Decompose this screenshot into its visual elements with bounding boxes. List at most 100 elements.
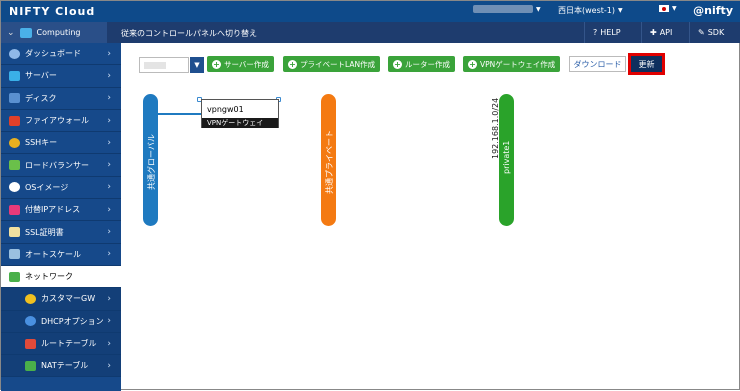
load-balancer-icon (9, 160, 20, 171)
vpn-gateway-name: vpngw01 (207, 104, 244, 114)
create-private-lan-button[interactable]: + プライベートLAN作成 (283, 56, 381, 72)
button-label: サーバー作成 (224, 59, 269, 69)
sidebar-item-route-table[interactable]: ルートテーブル › (1, 332, 121, 356)
refresh-button[interactable]: 更新 (631, 56, 662, 72)
sidebar-item-label: ルートテーブル (41, 339, 97, 348)
chevron-right-icon: › (107, 93, 111, 104)
sidebar-item-label: ロードバランサー (25, 160, 89, 170)
certificate-icon (9, 227, 20, 238)
network-common-global[interactable]: 共通グローバル (143, 94, 158, 226)
user-menu[interactable]: ▼ (473, 5, 541, 13)
help-button[interactable]: ? HELP (584, 22, 629, 43)
chevron-right-icon: › (107, 204, 111, 215)
sdk-label: SDK (707, 28, 725, 37)
api-button[interactable]: ✚ API (641, 22, 680, 43)
sidebar-item-server[interactable]: サーバー › (1, 65, 121, 88)
sidebar-item-dashboard[interactable]: ダッシュボード › (1, 43, 121, 66)
button-label: VPNゲートウェイ作成 (480, 59, 556, 69)
computing-icon (19, 27, 32, 38)
disk-icon (9, 93, 20, 104)
help-label: HELP (600, 28, 621, 37)
network-private1[interactable]: private1 (499, 94, 514, 226)
chevron-right-icon: › (107, 182, 111, 193)
firewall-icon (9, 115, 20, 126)
sdk-button[interactable]: ✎ SDK (689, 22, 732, 43)
sidebar-item-firewall[interactable]: ファイアウォール › (1, 110, 121, 133)
service-switcher[interactable]: ⌄ Computing (1, 22, 107, 43)
sidebar-item-customer-gw[interactable]: カスタマーGW › (1, 288, 121, 311)
plus-icon: + (393, 59, 402, 69)
chevron-down-icon: ⌄ (7, 27, 15, 38)
chevron-right-icon: › (107, 249, 111, 260)
sidebar-item-label: ネットワーク (25, 272, 73, 282)
chevron-down-icon: ▼ (618, 7, 623, 14)
japan-flag-icon (659, 5, 669, 12)
switch-legacy-panel-link[interactable]: 従来のコントロールパネルへ切り替え (121, 28, 257, 39)
sidebar-item-label: オートスケール (25, 249, 81, 259)
user-name-redacted (473, 5, 533, 13)
button-label: プライベートLAN作成 (300, 59, 376, 69)
dashboard-icon (9, 48, 20, 59)
chevron-right-icon: › (107, 137, 111, 148)
vpn-gateway-node[interactable]: vpngw01 VPNゲートウェイ (201, 99, 279, 128)
chevron-right-icon: › (107, 115, 111, 126)
sidebar-item-ssl[interactable]: SSL証明書 › (1, 221, 121, 244)
network-common-private[interactable]: 共通プライベート (321, 94, 336, 226)
api-label: API (659, 28, 673, 37)
sidebar-item-network[interactable]: ネットワーク (1, 265, 121, 289)
autoscale-icon (9, 249, 20, 260)
sidebar-item-dhcp-option[interactable]: DHCPオプション › (1, 310, 121, 333)
zone-select[interactable] (139, 56, 189, 73)
connection-line (158, 113, 201, 115)
puzzle-icon: ✚ (650, 28, 657, 37)
create-vpn-gateway-button[interactable]: + VPNゲートウェイ作成 (463, 56, 561, 72)
sidebar-item-label: ダッシュボード (25, 49, 81, 59)
sidebar-item-nat-table[interactable]: NATテーブル › (1, 355, 121, 378)
sidebar-item-label: ディスク (25, 93, 57, 103)
dhcp-icon (25, 316, 36, 327)
os-image-icon (9, 182, 20, 193)
chevron-down-icon: ▼ (672, 5, 677, 12)
chevron-right-icon: › (107, 227, 111, 238)
wrench-icon: ✎ (698, 28, 705, 37)
sidebar-item-label: ファイアウォール (25, 116, 89, 126)
sidebar-item-autoscale[interactable]: オートスケール › (1, 244, 121, 266)
chevron-down-icon: ▼ (536, 5, 541, 13)
vpn-gateway-type: VPNゲートウェイ (202, 118, 278, 128)
sidebar-item-ssh-key[interactable]: SSHキー › (1, 132, 121, 155)
chevron-right-icon: › (107, 316, 111, 327)
region-selector[interactable]: 西日本(west-1) ▼ (558, 5, 623, 16)
select-value-redacted (144, 61, 166, 69)
create-server-button[interactable]: + サーバー作成 (207, 56, 274, 72)
network-cidr: 192.168.1.0/24 (491, 97, 500, 159)
sidebar-item-load-balancer[interactable]: ロードバランサー › (1, 154, 121, 177)
chevron-right-icon: › (107, 338, 111, 349)
chevron-down-icon[interactable]: ▼ (190, 56, 204, 73)
sidebar-item-os-image[interactable]: OSイメージ › (1, 177, 121, 200)
chevron-right-icon: › (107, 293, 111, 304)
download-button[interactable]: ダウンロード (569, 56, 626, 72)
brand-logo: @nifty (693, 4, 733, 17)
filter-select[interactable]: ▼ (139, 56, 204, 73)
app-logo: NIFTY Cloud (9, 5, 96, 18)
top-bar: NIFTY Cloud ▼ 西日本(west-1) ▼ ▼ @nifty (1, 1, 740, 22)
server-icon (9, 70, 20, 81)
key-icon (9, 137, 20, 148)
plus-icon: + (468, 59, 477, 69)
network-label: 共通グローバル (147, 134, 156, 190)
language-selector[interactable]: ▼ (659, 5, 677, 12)
region-label: 西日本(west-1) (558, 6, 615, 15)
chevron-right-icon: › (107, 70, 111, 81)
service-bar: ⌄ Computing 従来のコントロールパネルへ切り替え ? HELP ✚ A… (1, 22, 740, 43)
sidebar-item-ip-address[interactable]: 付替IPアドレス › (1, 199, 121, 222)
sidebar-item-label: SSL証明書 (25, 227, 64, 237)
plus-icon: + (288, 59, 297, 69)
customer-gw-icon (25, 293, 36, 304)
create-router-button[interactable]: + ルーター作成 (388, 56, 455, 72)
sidebar-item-label: 付替IPアドレス (25, 205, 81, 215)
plus-icon: + (212, 59, 221, 69)
network-label: private1 (502, 140, 511, 174)
sidebar-item-label: DHCPオプション (41, 316, 104, 326)
ip-icon (9, 204, 20, 215)
sidebar-item-disk[interactable]: ディスク › (1, 88, 121, 110)
